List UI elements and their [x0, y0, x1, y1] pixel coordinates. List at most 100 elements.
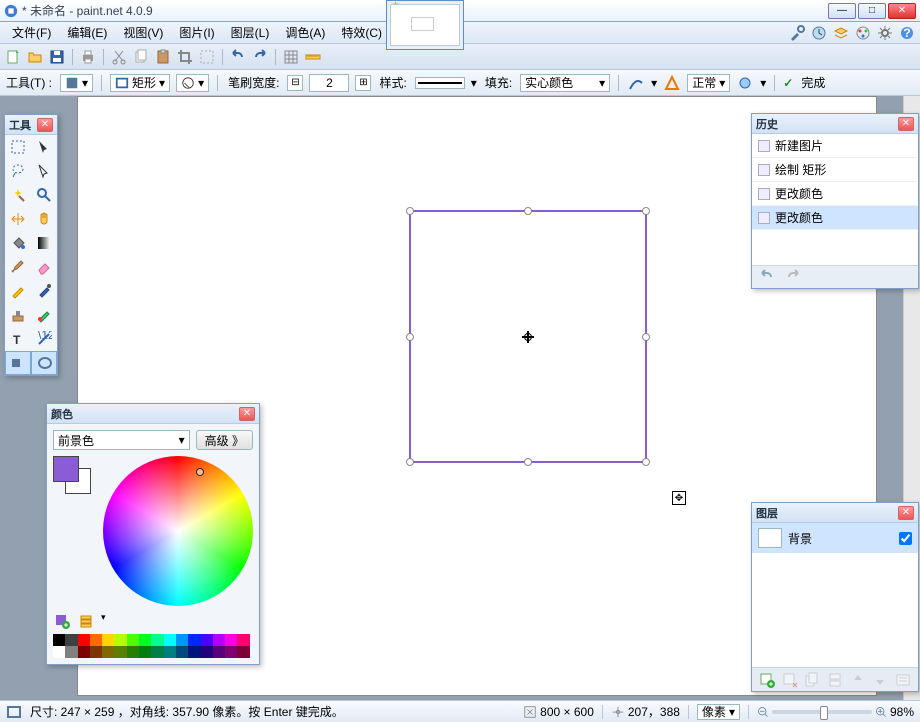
- handle-br[interactable]: [642, 458, 650, 466]
- menu-effects[interactable]: 特效(C): [333, 22, 390, 43]
- lasso-tool[interactable]: [5, 159, 31, 183]
- palette-color[interactable]: [151, 646, 163, 658]
- zoom-in-icon[interactable]: [875, 706, 887, 718]
- palette-color[interactable]: [176, 634, 188, 646]
- eraser-tool[interactable]: [31, 255, 57, 279]
- finish-button[interactable]: 完成: [801, 74, 825, 91]
- zoom-out-icon[interactable]: [757, 706, 769, 718]
- clock-icon[interactable]: [810, 24, 828, 42]
- handle-tr[interactable]: [642, 207, 650, 215]
- history-item[interactable]: 新建图片: [752, 134, 918, 158]
- menu-view[interactable]: 视图(V): [115, 22, 171, 43]
- pencil-tool[interactable]: [5, 279, 31, 303]
- gear-icon[interactable]: [876, 24, 894, 42]
- advanced-button[interactable]: 高级 》: [196, 430, 253, 450]
- gradient-tool[interactable]: [31, 231, 57, 255]
- palette-color[interactable]: [201, 646, 213, 658]
- handle-ml[interactable]: [406, 333, 414, 341]
- handle-tl[interactable]: [406, 207, 414, 215]
- layer-visible-checkbox[interactable]: [899, 532, 912, 545]
- palette-color[interactable]: [102, 634, 114, 646]
- layer-props-button[interactable]: [894, 671, 912, 689]
- shape-selector[interactable]: 矩形▾: [110, 74, 170, 92]
- brush-tool[interactable]: [5, 255, 31, 279]
- palette-color[interactable]: [65, 646, 77, 658]
- deselect-button[interactable]: [198, 48, 216, 66]
- palette-color[interactable]: [90, 646, 102, 658]
- image-thumbnail[interactable]: ★: [386, 0, 464, 50]
- palette-color[interactable]: [188, 646, 200, 658]
- move-down-button[interactable]: [871, 671, 889, 689]
- move-selection-tool[interactable]: [31, 135, 57, 159]
- curve-icon[interactable]: [627, 74, 645, 92]
- palette-color[interactable]: [225, 646, 237, 658]
- brush-decrease[interactable]: ⊟: [287, 75, 303, 91]
- eyedropper-tool[interactable]: [31, 279, 57, 303]
- handle-bm[interactable]: [524, 458, 532, 466]
- menu-image[interactable]: 图片(I): [171, 22, 222, 43]
- color-wheel[interactable]: [103, 456, 253, 606]
- open-button[interactable]: [26, 48, 44, 66]
- palette-color[interactable]: [237, 634, 249, 646]
- palette-color[interactable]: [213, 634, 225, 646]
- ruler-button[interactable]: [304, 48, 322, 66]
- recolor-tool[interactable]: [31, 303, 57, 327]
- color-mode-selector[interactable]: 前景色▾: [53, 430, 190, 450]
- menu-edit[interactable]: 编辑(E): [59, 22, 115, 43]
- merge-down-button[interactable]: [826, 671, 844, 689]
- color-wheel-picker[interactable]: [196, 468, 204, 476]
- palette-color[interactable]: [139, 646, 151, 658]
- palette-color[interactable]: [65, 634, 77, 646]
- menu-layers[interactable]: 图层(L): [223, 22, 278, 43]
- layers-panel-close[interactable]: ✕: [898, 506, 914, 520]
- palette-color[interactable]: [90, 634, 102, 646]
- units-selector[interactable]: 像素▾: [697, 704, 740, 720]
- palette-color[interactable]: [164, 646, 176, 658]
- palette-color[interactable]: [53, 634, 65, 646]
- rect-select-tool[interactable]: [5, 135, 31, 159]
- add-layer-button[interactable]: [758, 671, 776, 689]
- palette-color[interactable]: [164, 634, 176, 646]
- tool-selector[interactable]: ▾: [60, 74, 93, 92]
- move-pixels-tool[interactable]: [31, 159, 57, 183]
- rectangle-shape[interactable]: [409, 210, 647, 463]
- palette-color[interactable]: [151, 634, 163, 646]
- palette-color[interactable]: [114, 646, 126, 658]
- layers-toggle-icon[interactable]: [832, 24, 850, 42]
- fill-tool[interactable]: [5, 231, 31, 255]
- color-swatches[interactable]: [53, 456, 91, 494]
- menu-file[interactable]: 文件(F): [4, 22, 59, 43]
- minimize-button[interactable]: —: [828, 3, 856, 19]
- hand-tool[interactable]: [31, 207, 57, 231]
- handle-mr[interactable]: [642, 333, 650, 341]
- history-item[interactable]: 更改颜色: [752, 206, 918, 230]
- palette-color[interactable]: [53, 646, 65, 658]
- history-redo[interactable]: [784, 268, 802, 286]
- duplicate-layer-button[interactable]: [803, 671, 821, 689]
- handle-bl[interactable]: [406, 458, 414, 466]
- draw-mode[interactable]: ▾: [176, 74, 209, 92]
- palette-toggle-icon[interactable]: [854, 24, 872, 42]
- palette-color[interactable]: [102, 646, 114, 658]
- add-color-icon[interactable]: [53, 612, 71, 630]
- blend-selector[interactable]: 正常▾: [687, 74, 730, 92]
- maximize-button[interactable]: □: [858, 3, 886, 19]
- palette-color[interactable]: [78, 646, 90, 658]
- center-handle[interactable]: [522, 331, 534, 343]
- palette-color[interactable]: [213, 646, 225, 658]
- delete-layer-button[interactable]: [781, 671, 799, 689]
- history-item[interactable]: 绘制 矩形: [752, 158, 918, 182]
- ellipse-tool[interactable]: [31, 351, 57, 375]
- palette-color[interactable]: [139, 634, 151, 646]
- undo-button[interactable]: [229, 48, 247, 66]
- paste-button[interactable]: [154, 48, 172, 66]
- palette-color[interactable]: [201, 634, 213, 646]
- sampling-icon[interactable]: [736, 74, 754, 92]
- help-icon[interactable]: ?: [898, 24, 916, 42]
- wand-tool[interactable]: [5, 183, 31, 207]
- brush-value[interactable]: 2: [309, 74, 349, 92]
- palette-menu-icon[interactable]: [77, 612, 95, 630]
- text-tool[interactable]: T: [5, 327, 31, 351]
- history-undo[interactable]: [758, 268, 776, 286]
- antialias-icon[interactable]: [663, 74, 681, 92]
